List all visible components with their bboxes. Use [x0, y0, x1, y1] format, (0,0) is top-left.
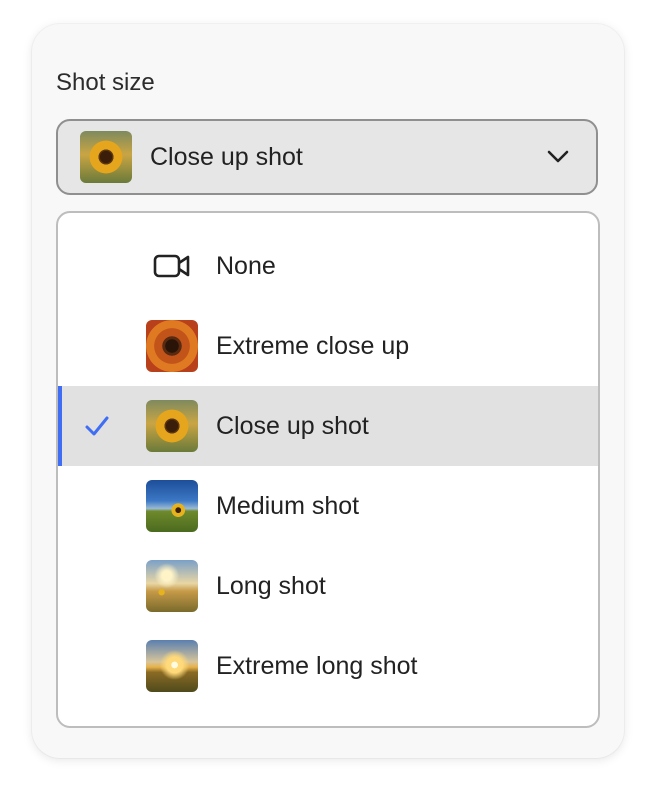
menu-item-none[interactable]: None — [58, 226, 598, 306]
menu-item-label: Extreme close up — [216, 332, 410, 360]
shot-size-menu: None Extreme close up Close up shot Medi… — [56, 211, 600, 728]
sunflower-extreme-long-shot-thumbnail — [146, 640, 198, 692]
menu-item-label: Close up shot — [216, 412, 369, 440]
sunflower-medium-shot-thumbnail — [146, 480, 198, 532]
video-camera-icon — [146, 240, 198, 292]
menu-item-label: Extreme long shot — [216, 652, 418, 680]
menu-item-label: Medium shot — [216, 492, 360, 520]
sunflower-extreme-close-up-thumbnail — [146, 320, 198, 372]
menu-item-long-shot[interactable]: Long shot — [58, 546, 598, 626]
menu-item-label: Long shot — [216, 572, 326, 600]
menu-item-medium-shot[interactable]: Medium shot — [58, 466, 598, 546]
menu-item-close-up-shot[interactable]: Close up shot — [58, 386, 598, 466]
sunflower-long-shot-thumbnail — [146, 560, 198, 612]
menu-item-extreme-close-up[interactable]: Extreme close up — [58, 306, 598, 386]
checkmark-icon — [85, 416, 109, 436]
shot-size-picker[interactable]: Close up shot — [56, 119, 598, 195]
picker-selected-value: Close up shot — [150, 142, 303, 171]
menu-item-extreme-long-shot[interactable]: Extreme long shot — [58, 626, 598, 706]
sunflower-close-up-thumbnail — [146, 400, 198, 452]
menu-item-label: None — [216, 252, 276, 280]
sunflower-close-up-thumbnail — [80, 131, 132, 183]
shot-size-panel: Shot size Close up shot None Extreme clo… — [32, 24, 624, 758]
chevron-down-icon[interactable] — [546, 145, 570, 169]
field-label: Shot size — [56, 69, 155, 96]
